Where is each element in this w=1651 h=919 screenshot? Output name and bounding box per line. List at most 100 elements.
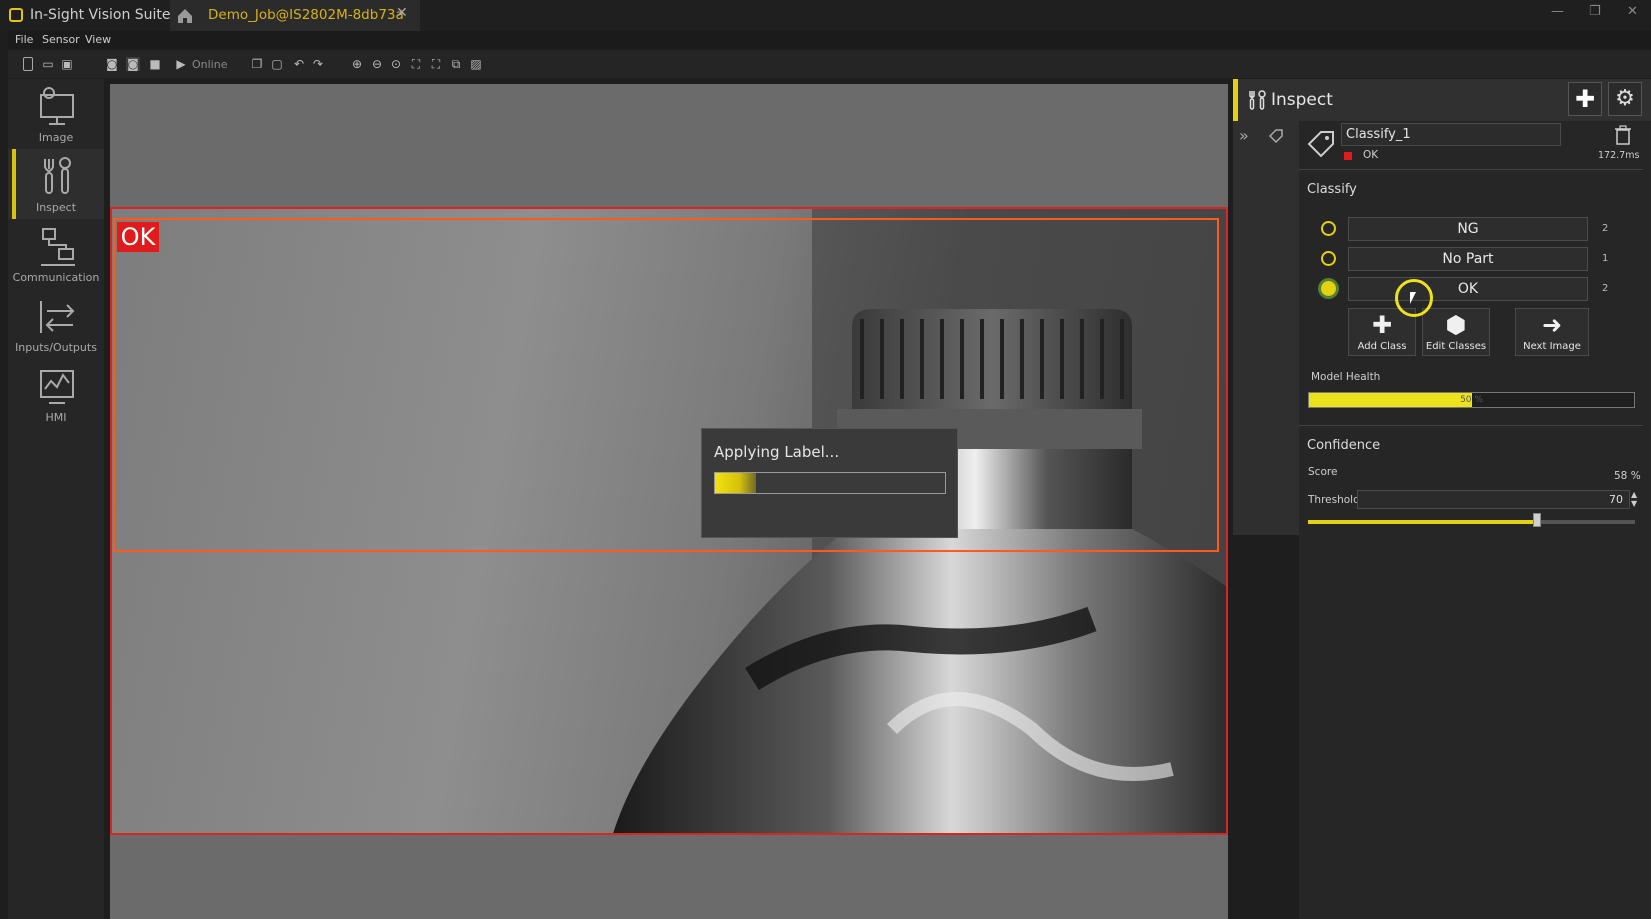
tools-icon	[44, 157, 71, 194]
image-icon[interactable]: ▨	[469, 57, 483, 71]
tab-demo-job[interactable]: Demo_Job@IS2802M-8db73a ✕	[200, 0, 420, 31]
next-image-label: Next Image	[1523, 341, 1581, 352]
separator	[1299, 425, 1643, 426]
threshold-input[interactable]: 70	[1357, 490, 1630, 509]
class-button[interactable]: No Part	[1348, 247, 1588, 271]
score-label: Score	[1308, 466, 1338, 478]
camera-icon[interactable]: ◙	[105, 57, 119, 71]
zoom-icon[interactable]: ⊙	[389, 57, 403, 71]
tool-time: 172.7ms	[1598, 150, 1640, 161]
restore-button[interactable]: ❐	[1589, 4, 1601, 19]
threshold-slider-fill	[1308, 520, 1537, 524]
play-icon[interactable]: ▶	[174, 57, 188, 71]
settings-button[interactable]: ⚙	[1608, 82, 1642, 116]
section-classify: Classify	[1307, 182, 1357, 197]
video-icon[interactable]: ■	[148, 57, 162, 71]
edit-classes-button[interactable]: ⬢ Edit Classes	[1422, 308, 1490, 356]
dialog-title: Applying Label...	[714, 443, 840, 461]
result-badge: OK	[117, 222, 159, 252]
redo-icon[interactable]: ↷	[311, 57, 325, 71]
camera-live-icon[interactable]: ◙	[126, 57, 140, 71]
tab-demo-job-label: Demo_Job@IS2802M-8db73a	[208, 7, 404, 23]
toolbar: ▭ ▣ ◙ ◙ ■ ▶ Online ❐ ▢ ↶ ↷ ⊕ ⊖ ⊙ ⛶ ⛶ ⧉ ▨	[8, 50, 1651, 78]
score-value: 58 %	[1614, 470, 1641, 482]
left-navigation: Image Inspect Communication Inputs/Outpu…	[8, 79, 104, 919]
add-tool-button[interactable]: ✚	[1568, 82, 1602, 116]
threshold-slider-track[interactable]	[1308, 520, 1635, 524]
nav-communication-label: Communication	[12, 271, 100, 284]
class-radio[interactable]	[1321, 221, 1336, 236]
nav-image-label: Image	[38, 131, 74, 144]
eraser-icon: ⬢	[1445, 311, 1467, 339]
network-icon	[41, 228, 75, 266]
arrow-right-icon: ➜	[1541, 311, 1563, 339]
menu-file[interactable]: File	[15, 33, 33, 46]
plus-icon: ✚	[1574, 85, 1596, 113]
nav-inspect-label: Inspect	[35, 201, 77, 214]
threshold-slider-thumb[interactable]	[1532, 513, 1541, 527]
close-window-button[interactable]: ✕	[1627, 4, 1638, 19]
fit-image-icon[interactable]: ⛶	[429, 57, 443, 71]
next-image-button[interactable]: ➜ Next Image	[1515, 308, 1589, 356]
overlay-icon[interactable]: ⧉	[449, 57, 463, 71]
zoom-in-icon[interactable]: ⊕	[350, 57, 364, 71]
copy-icon[interactable]: ❐	[250, 57, 264, 71]
class-count: 1	[1602, 253, 1609, 264]
threshold-label: Threshold	[1308, 494, 1360, 506]
home-tab[interactable]	[170, 0, 200, 31]
class-count: 2	[1602, 223, 1609, 234]
classify-tag-icon	[1307, 131, 1334, 158]
class-radio[interactable]	[1321, 251, 1336, 266]
close-tab-icon[interactable]: ✕	[396, 5, 408, 21]
dialog-progress-bar	[714, 472, 946, 494]
tag-icon[interactable]	[1268, 128, 1284, 144]
zoom-out-icon[interactable]: ⊖	[370, 57, 384, 71]
zoom-fit-icon[interactable]: ⛶	[409, 57, 423, 71]
nav-inputs-outputs[interactable]: Inputs/Outputs	[8, 289, 104, 359]
tool-status: OK	[1363, 149, 1379, 161]
io-arrows-icon	[40, 301, 75, 333]
inspect-accent-bar	[1233, 79, 1238, 121]
undo-icon[interactable]: ↶	[292, 57, 306, 71]
dialog-progress-fill	[715, 473, 757, 493]
model-health-value: 50 %	[1460, 395, 1483, 405]
threshold-spinner[interactable]: ▲ ▼	[1631, 490, 1637, 508]
applying-label-dialog: Applying Label...	[701, 428, 958, 538]
expand-chevrons-icon[interactable]: »	[1239, 126, 1249, 145]
menu-bar: File Sensor View	[8, 31, 1651, 49]
online-toggle[interactable]: Online	[192, 58, 227, 71]
roi-region[interactable]	[113, 218, 1219, 552]
inspect-tool-strip	[1233, 79, 1299, 535]
inspect-title: Inspect	[1271, 90, 1333, 110]
hmi-chart-icon	[40, 370, 74, 404]
class-radio[interactable]	[1321, 281, 1336, 296]
model-health-label: Model Health	[1311, 371, 1381, 383]
gear-icon: ⚙	[1615, 86, 1635, 111]
open-folder-icon[interactable]: ▭	[41, 57, 55, 71]
trash-icon[interactable]	[1614, 125, 1632, 145]
mouse-cursor-icon	[1410, 292, 1416, 304]
home-icon	[178, 9, 192, 23]
nav-io-label: Inputs/Outputs	[15, 341, 97, 354]
title-bar: In-Sight Vision Suite Demo_Job@IS2802M-8…	[0, 0, 1651, 31]
inspect-tools-icon	[1249, 90, 1266, 110]
nav-communication[interactable]: Communication	[8, 219, 104, 289]
nav-image[interactable]: Image	[8, 79, 104, 149]
app-title: In-Sight Vision Suite	[30, 7, 171, 23]
new-file-icon[interactable]	[23, 57, 33, 71]
class-button[interactable]: OK	[1348, 277, 1588, 301]
menu-sensor[interactable]: Sensor	[42, 33, 80, 46]
status-red-icon	[1344, 152, 1352, 160]
nav-hmi[interactable]: HMI	[8, 359, 104, 429]
nav-inspect[interactable]: Inspect	[8, 149, 104, 219]
add-class-label: Add Class	[1357, 341, 1407, 352]
tool-name-field[interactable]: Classify_1	[1341, 123, 1561, 146]
paste-icon[interactable]: ▢	[270, 57, 284, 71]
threshold-value: 70	[1609, 493, 1623, 506]
menu-view[interactable]: View	[85, 33, 111, 46]
save-icon[interactable]: ▣	[60, 57, 74, 71]
minimize-button[interactable]: —	[1551, 4, 1564, 19]
edit-classes-label: Edit Classes	[1425, 341, 1487, 352]
class-button[interactable]: NG	[1348, 217, 1588, 241]
monitor-icon	[40, 87, 74, 125]
